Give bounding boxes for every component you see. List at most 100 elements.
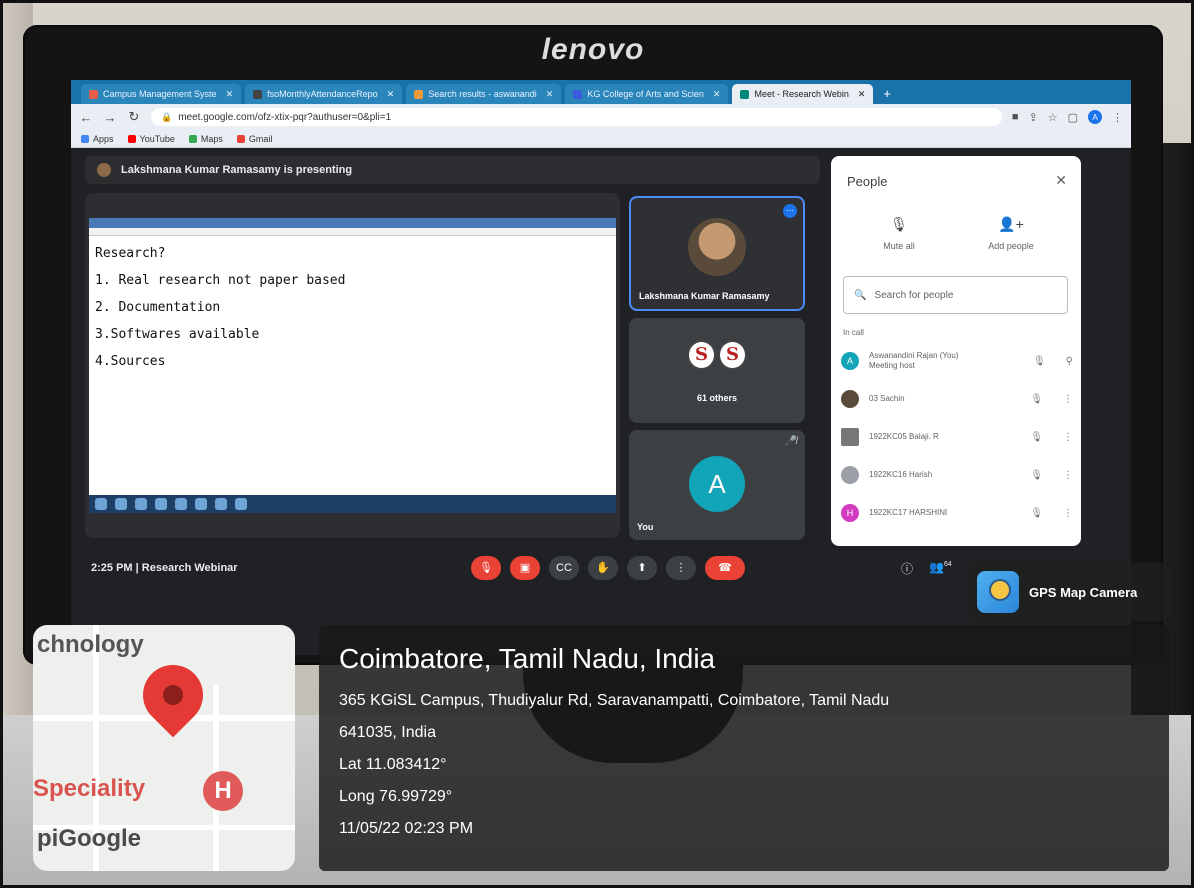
tab-label: fsoMonthlyAttendanceRepo [267, 89, 378, 99]
lock-icon: 🔒 [161, 111, 173, 122]
others-tile[interactable]: S S 61 others [629, 318, 805, 423]
participant-avatar: A [841, 352, 859, 370]
bookmark-apps[interactable]: Apps [81, 134, 114, 144]
toolbar-icons: ■ ⇪ ☆ ▢ A ⋮ [1012, 110, 1123, 124]
camera-toggle-button[interactable]: ▣ [510, 556, 540, 580]
shared-line: Research? [95, 246, 166, 261]
photo-frame: lenovo Campus Management Syste ✕ fsoMonth… [0, 0, 1194, 888]
bookmark-youtube[interactable]: YouTube [127, 133, 175, 144]
notepad-window: Research? 1. Real research not paper bas… [89, 218, 616, 513]
windows-taskbar [89, 495, 616, 513]
browser-tab[interactable]: Campus Management Syste ✕ [81, 84, 242, 104]
capture-datetime: 11/05/22 02:23 PM [339, 820, 474, 837]
mic-off-icon[interactable]: 🎙 [1033, 356, 1046, 367]
tab-label: Meet - Research Webin [754, 89, 849, 99]
participant-row[interactable]: 1922KC16 Harish 🎙 ⋮ [841, 460, 1073, 490]
tab-bar: Campus Management Syste ✕ fsoMonthlyAtten… [71, 80, 1131, 104]
camera-icon[interactable]: ■ [1012, 111, 1019, 123]
participant-name: 1922KC05 Balaji. R [869, 432, 939, 441]
participant-name: Aswanandini Rajan (You) Meeting host [869, 351, 1023, 371]
shared-line: 1. Real research not paper based [95, 273, 346, 288]
reload-icon[interactable]: ↻ [127, 109, 141, 125]
meet-favicon-icon [740, 89, 750, 99]
menu-icon[interactable]: ⋮ [1112, 111, 1123, 124]
participant-sub: Meeting host [869, 361, 915, 370]
separator: | [135, 562, 139, 574]
browser-tab[interactable]: fsoMonthlyAttendanceRepo ✕ [245, 84, 403, 104]
taskbar-icon [155, 498, 167, 510]
favicon-icon [573, 89, 583, 99]
info-icon[interactable]: ⓘ [901, 560, 913, 577]
ss-logo: S S [687, 340, 747, 376]
close-icon[interactable]: ✕ [387, 89, 395, 100]
share-icon[interactable]: ⇪ [1029, 111, 1038, 124]
forward-icon[interactable]: → [103, 110, 117, 125]
mute-all-button[interactable]: 🎙 Mute all [859, 216, 939, 251]
address-line: 365 KGiSL Campus, Thudiyalur Rd, Saravan… [339, 692, 890, 709]
address-line: 641035, India [339, 724, 436, 741]
back-icon[interactable]: ← [79, 110, 93, 125]
bookmark-label: YouTube [139, 133, 175, 144]
shared-line: 4.Sources [95, 354, 166, 369]
mic-off-icon[interactable]: 🎙 [1030, 508, 1043, 519]
browser-tab-active[interactable]: Meet - Research Webin ✕ [732, 84, 874, 104]
sidepanel-icon[interactable]: ▢ [1068, 111, 1078, 124]
participant-row[interactable]: H 1922KC17 HARSHINI 🎙 ⋮ [841, 498, 1073, 528]
close-icon[interactable]: ✕ [226, 89, 234, 100]
more-icon[interactable]: ⋮ [1063, 432, 1073, 443]
location-pin-icon [130, 652, 216, 738]
close-icon[interactable]: ✕ [713, 89, 721, 100]
close-icon[interactable]: ✕ [858, 89, 866, 100]
participant-row[interactable]: A Aswanandini Rajan (You) Meeting host 🎙 ⚲ [841, 346, 1073, 376]
participant-row[interactable]: 1922KC05 Balaji. R 🎙 ⋮ [841, 422, 1073, 452]
apps-icon [81, 134, 89, 143]
gps-app-badge: GPS Map Camera [969, 563, 1169, 621]
browser-tab[interactable]: KG College of Arts and Scien ✕ [565, 84, 729, 104]
tab-label: Search results - aswanandi [428, 89, 537, 99]
bookmark-gmail[interactable]: Gmail [236, 134, 272, 144]
close-icon[interactable]: ✕ [1055, 172, 1067, 189]
presenter-avatar [97, 163, 111, 177]
logo-letter: S [687, 340, 716, 370]
people-icon[interactable]: 👥64 [929, 560, 952, 577]
mic-off-icon[interactable]: 🎙 [1030, 470, 1043, 481]
leave-call-button[interactable]: ☎ [705, 556, 745, 580]
add-person-icon: 👤+ [998, 216, 1024, 232]
speaker-tile[interactable]: ⋯ Lakshmana Kumar Ramasamy [629, 196, 805, 311]
mic-off-icon: 🎤̸ [784, 436, 797, 447]
shared-screen: Research? 1. Real research not paper bas… [85, 193, 620, 538]
monitor-brand: lenovo [541, 33, 645, 66]
more-icon[interactable]: ⋮ [1063, 394, 1073, 405]
participant-name: 1922KC17 HARSHINI [869, 508, 948, 517]
participant-row[interactable]: 03 Sachin 🎙 ⋮ [841, 384, 1073, 414]
close-icon[interactable]: ✕ [546, 89, 554, 100]
present-button[interactable]: ⬆ [627, 556, 657, 580]
profile-avatar[interactable]: A [1088, 110, 1102, 124]
self-tile[interactable]: 🎤̸ A You [629, 430, 805, 540]
presenting-banner: Lakshmana Kumar Ramasamy is presenting [85, 156, 820, 184]
participant-avatar [841, 428, 859, 446]
taskbar-icon [235, 498, 247, 510]
more-icon[interactable]: ⋮ [1063, 508, 1073, 519]
taskbar-icon [95, 498, 107, 510]
more-options-button[interactable]: ⋮ [666, 556, 696, 580]
new-tab-button[interactable]: + [877, 86, 897, 104]
address-bar[interactable]: 🔒 meet.google.com/ofz-xtix-pqr?authuser=… [151, 108, 1002, 126]
browser-tab[interactable]: Search results - aswanandi ✕ [406, 84, 562, 104]
pin-icon[interactable]: ⚲ [1066, 356, 1073, 367]
captions-button[interactable]: CC [549, 556, 579, 580]
taskbar-icon [195, 498, 207, 510]
more-icon[interactable]: ⋮ [1063, 470, 1073, 481]
mic-off-icon[interactable]: 🎙 [1030, 394, 1043, 405]
mic-toggle-button[interactable]: 🎙 [471, 556, 501, 580]
mic-off-icon[interactable]: 🎙 [1030, 432, 1043, 443]
star-icon[interactable]: ☆ [1048, 111, 1058, 124]
self-avatar: A [689, 456, 745, 512]
raise-hand-button[interactable]: ✋ [588, 556, 618, 580]
gps-app-label: GPS Map Camera [1029, 584, 1138, 600]
people-search-input[interactable]: 🔍 Search for people [843, 276, 1068, 314]
bookmark-maps[interactable]: Maps [188, 134, 223, 144]
add-people-button[interactable]: 👤+ Add people [971, 216, 1051, 251]
map-thumbnail: chnology Speciality H piGoogle [33, 625, 295, 871]
self-label: You [637, 522, 654, 532]
